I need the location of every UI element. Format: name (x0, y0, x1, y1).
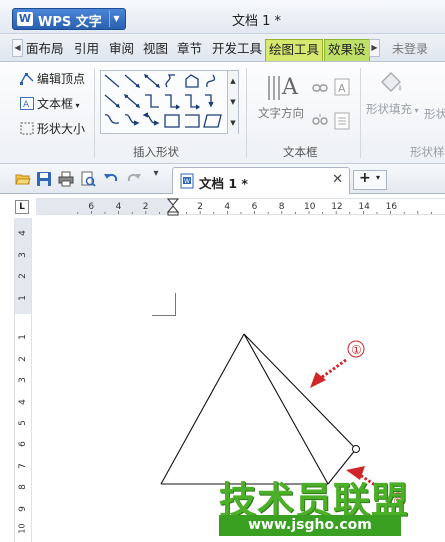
callout-1-label: ① (351, 343, 362, 357)
watermark-url: www.jsgho.com (219, 515, 401, 536)
vertex-handle[interactable] (352, 445, 360, 453)
red-arrow-1 (310, 358, 347, 388)
freeform-shape[interactable] (160, 333, 357, 485)
drawing-canvas: ① ② (160, 333, 406, 508)
